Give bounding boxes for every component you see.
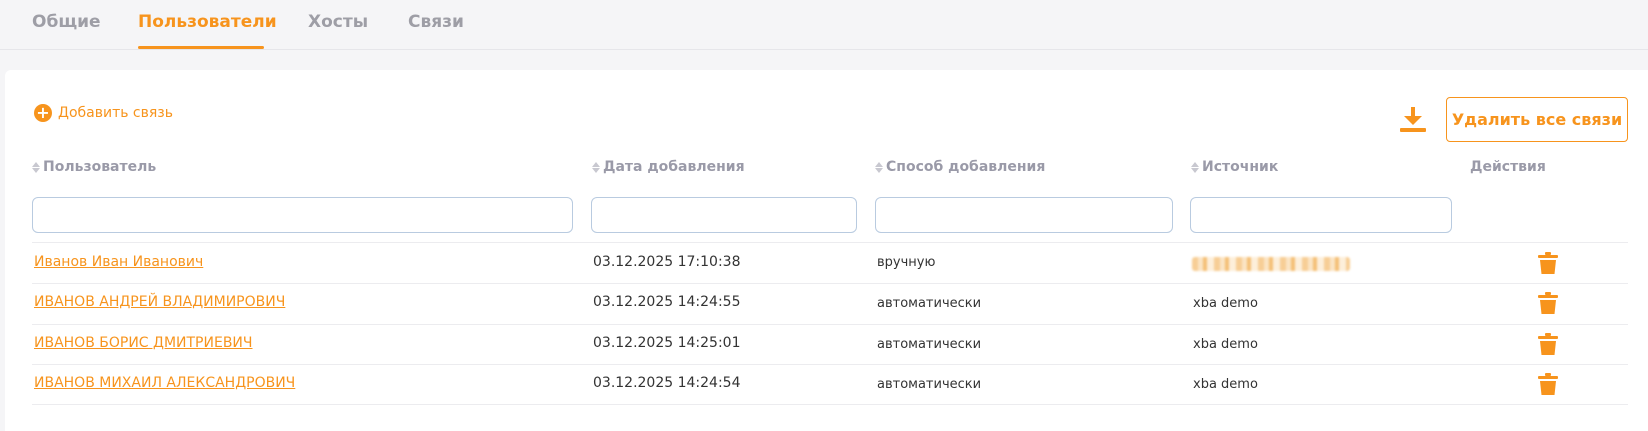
column-header-user[interactable]: Пользователь bbox=[32, 159, 156, 175]
sort-icon bbox=[875, 161, 883, 173]
divider bbox=[32, 404, 1628, 405]
date-cell: 03.12.2025 17:10:38 bbox=[593, 254, 741, 270]
filter-user-input[interactable] bbox=[32, 197, 573, 233]
tab-users[interactable]: Пользователи bbox=[138, 12, 277, 32]
date-cell: 03.12.2025 14:24:55 bbox=[593, 294, 741, 310]
method-cell: вручную bbox=[877, 255, 936, 270]
method-cell: автоматически bbox=[877, 377, 982, 392]
source-cell: xba demo bbox=[1193, 377, 1258, 392]
tab-bar: Общие Пользователи Хосты Связи bbox=[0, 0, 1648, 50]
divider bbox=[32, 364, 1628, 365]
plus-circle-icon: + bbox=[34, 104, 52, 122]
tab-links[interactable]: Связи bbox=[408, 12, 464, 32]
sort-icon bbox=[592, 161, 600, 173]
user-link[interactable]: Иванов Иван Иванович bbox=[34, 254, 203, 270]
trash-icon[interactable] bbox=[1538, 252, 1558, 274]
method-cell: автоматически bbox=[877, 296, 982, 311]
column-header-method[interactable]: Способ добавления bbox=[875, 159, 1045, 175]
divider bbox=[32, 324, 1628, 325]
sort-icon bbox=[32, 161, 40, 173]
column-header-actions: Действия bbox=[1470, 159, 1546, 175]
download-icon[interactable] bbox=[1399, 107, 1427, 133]
column-header-date[interactable]: Дата добавления bbox=[592, 159, 745, 175]
trash-icon[interactable] bbox=[1538, 373, 1558, 395]
divider bbox=[32, 242, 1628, 243]
date-cell: 03.12.2025 14:25:01 bbox=[593, 335, 741, 351]
filter-date-input[interactable] bbox=[591, 197, 857, 233]
source-cell: xba demo bbox=[1193, 337, 1258, 352]
delete-all-links-button[interactable]: Удалить все связи bbox=[1446, 97, 1628, 142]
trash-icon[interactable] bbox=[1538, 333, 1558, 355]
active-tab-indicator bbox=[138, 46, 264, 49]
source-cell: xba demo bbox=[1193, 296, 1258, 311]
method-cell: автоматически bbox=[877, 337, 982, 352]
filter-source-input[interactable] bbox=[1190, 197, 1452, 233]
user-link[interactable]: ИВАНОВ МИХАИЛ АЛЕКСАНДРОВИЧ bbox=[34, 375, 295, 391]
add-link-label: Добавить связь bbox=[58, 105, 173, 121]
sort-icon bbox=[1191, 161, 1199, 173]
divider bbox=[32, 283, 1628, 284]
tab-hosts[interactable]: Хосты bbox=[308, 12, 368, 32]
column-header-source[interactable]: Источник bbox=[1191, 159, 1278, 175]
user-link[interactable]: ИВАНОВ БОРИС ДМИТРИЕВИЧ bbox=[34, 335, 253, 351]
user-link[interactable]: ИВАНОВ АНДРЕЙ ВЛАДИМИРОВИЧ bbox=[34, 294, 285, 310]
filter-method-input[interactable] bbox=[875, 197, 1173, 233]
add-link-button[interactable]: + Добавить связь bbox=[34, 103, 173, 123]
source-redacted bbox=[1192, 257, 1350, 271]
tab-general[interactable]: Общие bbox=[32, 12, 101, 32]
date-cell: 03.12.2025 14:24:54 bbox=[593, 375, 741, 391]
trash-icon[interactable] bbox=[1538, 292, 1558, 314]
